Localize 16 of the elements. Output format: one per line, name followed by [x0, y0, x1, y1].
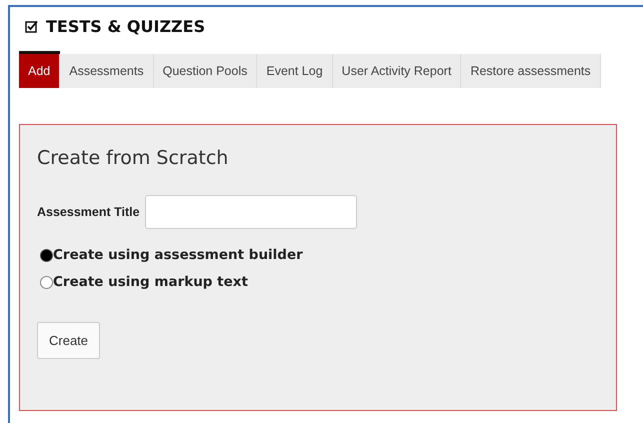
input-field[interactable]: [144, 195, 357, 229]
nav-tab[interactable]: Restore assessments: [461, 54, 601, 88]
option-label: Create using markup text: [53, 274, 248, 290]
radio-button[interactable]: [40, 248, 53, 262]
nav-tab[interactable]: Add: [19, 54, 60, 88]
nav-tab[interactable]: User Activity Report: [332, 54, 462, 88]
field-label: Assessment Title: [37, 205, 140, 219]
create-button[interactable]: Create: [37, 322, 100, 359]
radio-button[interactable]: [40, 276, 53, 288]
option-label: Create using assessment builder: [53, 247, 303, 263]
nav-tab[interactable]: Assessments: [60, 54, 154, 88]
nav-tab[interactable]: Question Pools: [154, 54, 258, 88]
checkbox-icon: [25, 20, 38, 32]
nav-tab[interactable]: Event Log: [257, 54, 333, 88]
panel-heading: Create from Scratch: [37, 147, 230, 169]
tool-title: TESTS & QUIZZES: [46, 16, 206, 36]
